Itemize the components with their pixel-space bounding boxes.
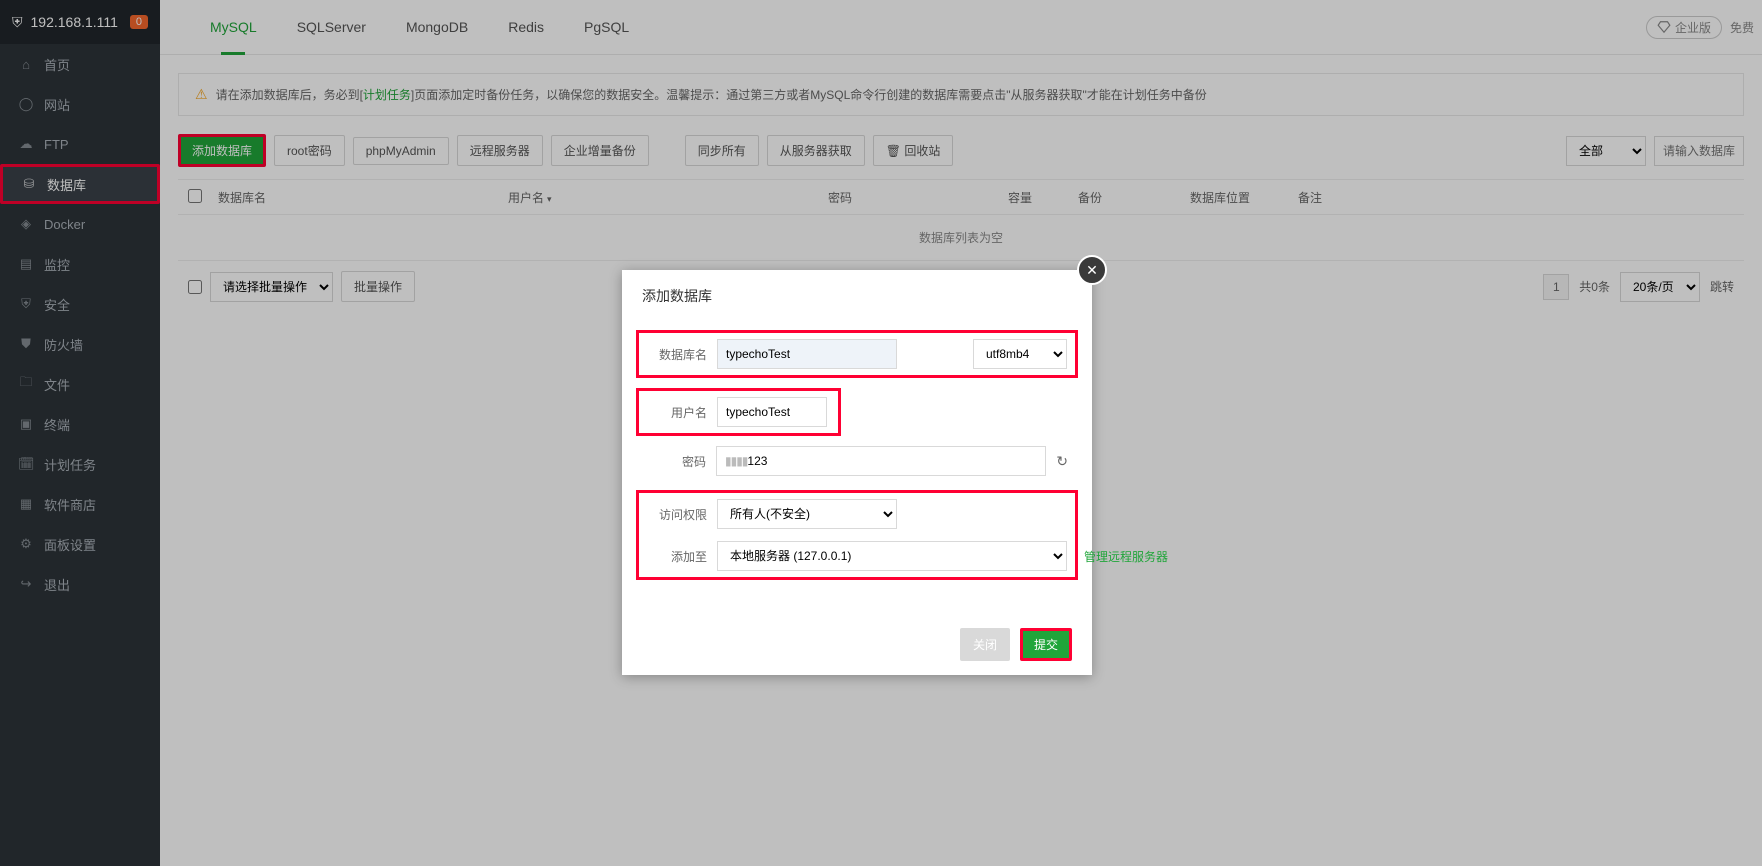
access-select[interactable]: 所有人(不安全) xyxy=(717,499,897,529)
charset-select[interactable]: utf8mb4 xyxy=(973,339,1067,369)
addto-label: 添加至 xyxy=(647,548,707,565)
refresh-password-icon[interactable]: ↻ xyxy=(1056,453,1068,470)
close-button[interactable]: ✕ xyxy=(1077,255,1107,285)
dbname-row: 数据库名 utf8mb4 xyxy=(636,330,1078,378)
modal-title: 添加数据库 xyxy=(622,270,1092,322)
access-addto-group: 访问权限 所有人(不安全) 添加至 本地服务器 (127.0.0.1) 管理远程… xyxy=(636,490,1078,580)
username-label: 用户名 xyxy=(647,404,707,421)
submit-button[interactable]: 提交 xyxy=(1020,628,1072,661)
dbname-input[interactable] xyxy=(717,339,897,369)
add-database-modal: ✕ 添加数据库 数据库名 utf8mb4 用户名 密码 ▮▮▮▮123 ↻ 访问… xyxy=(622,270,1092,675)
manage-remote-link[interactable]: 管理远程服务器 xyxy=(1084,548,1168,565)
access-label: 访问权限 xyxy=(647,506,707,523)
close-icon: ✕ xyxy=(1086,262,1098,279)
dbname-label: 数据库名 xyxy=(647,346,707,363)
username-input[interactable] xyxy=(717,397,827,427)
password-label: 密码 xyxy=(646,453,706,470)
close-modal-button[interactable]: 关闭 xyxy=(960,628,1010,661)
addto-select[interactable]: 本地服务器 (127.0.0.1) xyxy=(717,541,1067,571)
password-row: 密码 ▮▮▮▮123 ↻ xyxy=(646,446,1068,476)
username-row: 用户名 xyxy=(636,388,841,436)
password-input[interactable]: ▮▮▮▮123 xyxy=(716,446,1046,476)
